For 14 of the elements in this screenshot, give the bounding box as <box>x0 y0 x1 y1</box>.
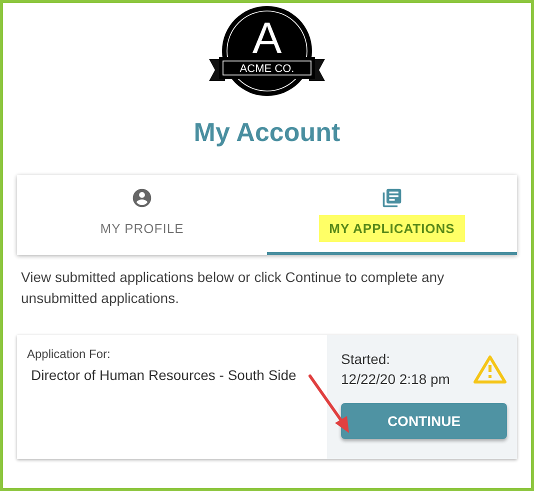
tab-label: MY PROFILE <box>99 220 185 238</box>
field-label: Application For: <box>27 347 112 361</box>
page-title: My Account <box>192 117 342 149</box>
continue-button[interactable]: CONTINUE <box>341 403 507 439</box>
company-logo: A ACME CO. <box>207 5 327 97</box>
user-icon <box>131 187 153 209</box>
tab[interactable]: MY PROFILE <box>17 175 267 255</box>
description-text: View submitted applications below or click Continue to complete any unsubmitted applications. <box>21 268 446 308</box>
library-icon <box>381 187 403 209</box>
started-label: Started: <box>341 350 392 369</box>
tab-label: MY APPLICATIONS <box>319 215 465 242</box>
tab[interactable]: MY APPLICATIONS <box>267 175 517 255</box>
position-name: Director of Human Resources - South Side <box>31 367 298 383</box>
started-date: 12/22/20 2:18 pm <box>341 370 450 389</box>
